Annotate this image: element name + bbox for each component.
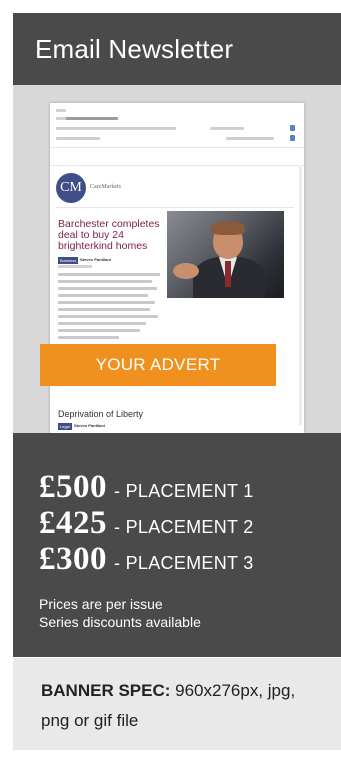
price-row-placement-2: £425 - PLACEMENT 2	[39, 505, 254, 542]
price-row-placement-1: £500 - PLACEMENT 1	[39, 469, 254, 506]
mail-button-icon	[290, 125, 295, 131]
newsletter-card: Email Newsletter CM CareMarkets Barchest…	[13, 13, 341, 766]
price-amount: £425	[39, 505, 107, 541]
divider	[56, 207, 294, 208]
second-article-headline: Deprivation of Liberty	[58, 409, 144, 419]
price-label: - PLACEMENT 1	[114, 481, 254, 501]
price-amount: £300	[39, 541, 107, 577]
logo-text: CareMarkets	[90, 184, 121, 190]
pricing-note: Prices are per issue	[39, 596, 163, 612]
article-headline: Barchester completes deal to buy 24 brig…	[58, 218, 160, 252]
spec-label: BANNER SPEC:	[41, 681, 171, 700]
divider	[50, 147, 304, 148]
second-article-tag: Legal	[58, 423, 72, 430]
pricing-note: Series discounts available	[39, 614, 201, 630]
advert-placeholder: YOUR ADVERT	[40, 344, 276, 386]
article-photo	[167, 211, 284, 298]
meta-line	[56, 137, 100, 140]
divider	[50, 165, 304, 166]
meta-line	[210, 127, 244, 130]
newsletter-preview: CM CareMarkets Barchester completes deal…	[13, 85, 341, 433]
meta-line	[56, 127, 176, 130]
pricing-panel: £500 - PLACEMENT 1 £425 - PLACEMENT 2 £3…	[13, 433, 341, 657]
article-tag: Business	[58, 257, 79, 264]
pricing-notes: Prices are per issue Series discounts av…	[39, 595, 201, 631]
article-body	[58, 273, 160, 343]
meta-line	[66, 117, 118, 120]
second-article-byline: Steven Pantilani	[74, 423, 105, 428]
price-amount: £500	[39, 469, 107, 505]
caremarkets-logo: CM	[56, 173, 86, 203]
header: Email Newsletter	[13, 13, 341, 85]
preview-scrollbar	[299, 165, 302, 425]
banner-spec: BANNER SPEC: 960x276px, jpg, png or gif …	[13, 658, 341, 750]
price-label: - PLACEMENT 2	[114, 517, 254, 537]
article-date	[58, 264, 92, 269]
meta-line	[226, 137, 274, 140]
meta-line	[56, 109, 66, 112]
price-label: - PLACEMENT 3	[114, 553, 254, 573]
mail-button-icon	[290, 135, 295, 141]
article-byline: Steven Pantilani	[80, 257, 111, 262]
price-row-placement-3: £300 - PLACEMENT 3	[39, 541, 254, 578]
page-title: Email Newsletter	[35, 33, 234, 64]
